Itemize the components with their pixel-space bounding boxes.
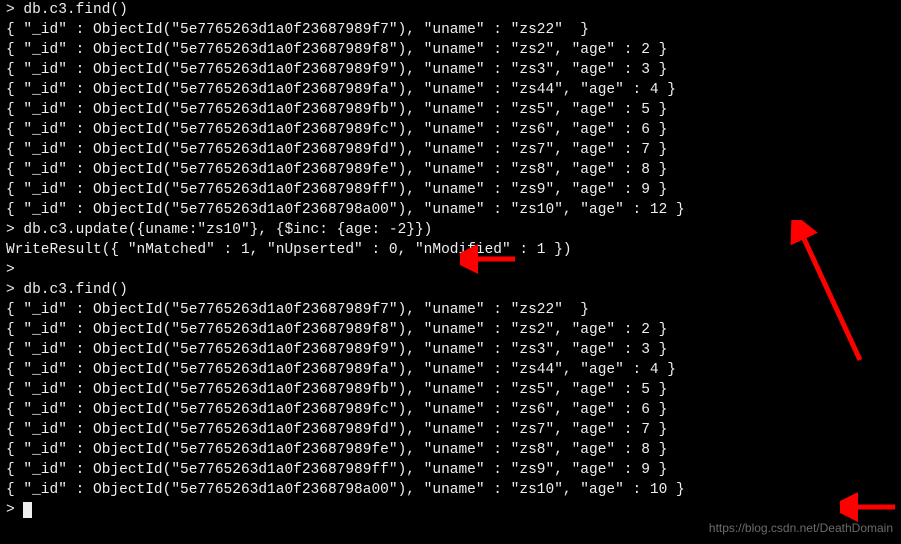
watermark: https://blog.csdn.net/DeathDomain bbox=[709, 518, 893, 538]
result-row: { "_id" : ObjectId("5e7765263d1a0f236879… bbox=[0, 200, 901, 220]
result-row: { "_id" : ObjectId("5e7765263d1a0f236879… bbox=[0, 300, 901, 320]
result-row: { "_id" : ObjectId("5e7765263d1a0f236879… bbox=[0, 40, 901, 60]
command-line: > db.c3.update({uname:"zs10"}, {$inc: {a… bbox=[0, 220, 901, 240]
result-row: { "_id" : ObjectId("5e7765263d1a0f236879… bbox=[0, 20, 901, 40]
terminal-output[interactable]: > db.c3.find(){ "_id" : ObjectId("5e7765… bbox=[0, 0, 901, 520]
result-row: { "_id" : ObjectId("5e7765263d1a0f236879… bbox=[0, 360, 901, 380]
result-row: { "_id" : ObjectId("5e7765263d1a0f236879… bbox=[0, 440, 901, 460]
cursor bbox=[23, 502, 32, 518]
result-row: { "_id" : ObjectId("5e7765263d1a0f236879… bbox=[0, 340, 901, 360]
result-row: { "_id" : ObjectId("5e7765263d1a0f236879… bbox=[0, 320, 901, 340]
result-row: { "_id" : ObjectId("5e7765263d1a0f236879… bbox=[0, 480, 901, 500]
result-row: { "_id" : ObjectId("5e7765263d1a0f236879… bbox=[0, 420, 901, 440]
prompt-line: > bbox=[0, 500, 901, 520]
write-result: WriteResult({ "nMatched" : 1, "nUpserted… bbox=[0, 240, 901, 260]
result-row: { "_id" : ObjectId("5e7765263d1a0f236879… bbox=[0, 180, 901, 200]
command-line: > db.c3.find() bbox=[0, 280, 901, 300]
result-row: { "_id" : ObjectId("5e7765263d1a0f236879… bbox=[0, 400, 901, 420]
result-row: { "_id" : ObjectId("5e7765263d1a0f236879… bbox=[0, 380, 901, 400]
result-row: { "_id" : ObjectId("5e7765263d1a0f236879… bbox=[0, 80, 901, 100]
prompt-line: > bbox=[0, 260, 901, 280]
command-line: > db.c3.find() bbox=[0, 0, 901, 20]
result-row: { "_id" : ObjectId("5e7765263d1a0f236879… bbox=[0, 460, 901, 480]
result-row: { "_id" : ObjectId("5e7765263d1a0f236879… bbox=[0, 60, 901, 80]
result-row: { "_id" : ObjectId("5e7765263d1a0f236879… bbox=[0, 140, 901, 160]
result-row: { "_id" : ObjectId("5e7765263d1a0f236879… bbox=[0, 120, 901, 140]
result-row: { "_id" : ObjectId("5e7765263d1a0f236879… bbox=[0, 100, 901, 120]
result-row: { "_id" : ObjectId("5e7765263d1a0f236879… bbox=[0, 160, 901, 180]
